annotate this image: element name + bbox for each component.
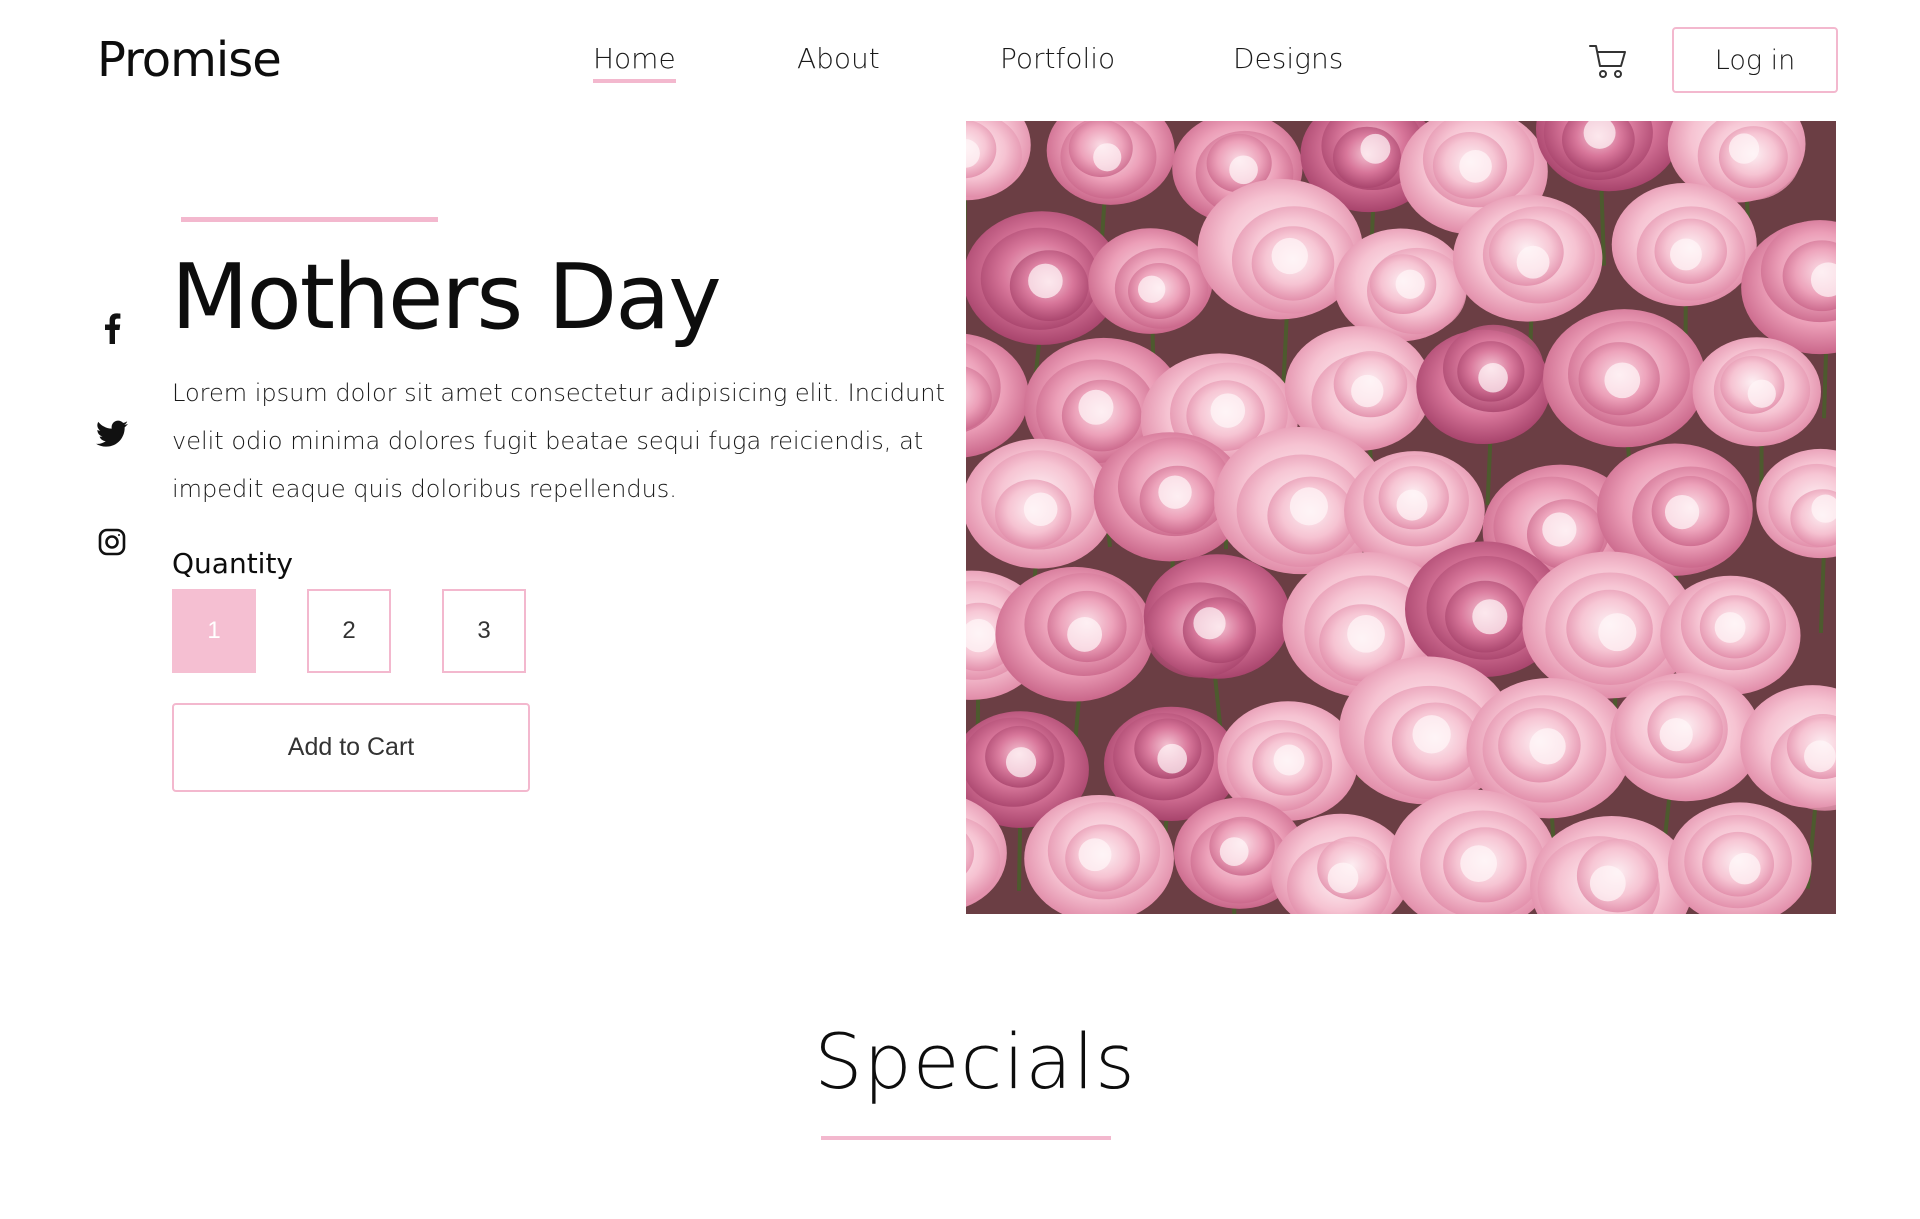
nav-about[interactable]: About (797, 41, 880, 77)
add-to-cart-button[interactable]: Add to Cart (172, 703, 530, 792)
nav-portfolio[interactable]: Portfolio (1000, 41, 1115, 77)
twitter-icon[interactable] (96, 418, 128, 450)
nav-designs[interactable]: Designs (1233, 41, 1343, 77)
quantity-option-2[interactable]: 2 (307, 589, 391, 673)
quantity-option-3[interactable]: 3 (442, 589, 526, 673)
specials-heading: Specials (814, 1017, 1136, 1106)
hero-title: Mothers Day (171, 245, 722, 350)
quantity-label: Quantity (172, 547, 293, 580)
instagram-icon[interactable] (96, 526, 128, 558)
nav-home[interactable]: Home (593, 41, 676, 83)
brand-logo[interactable]: Promise (97, 28, 282, 92)
login-button[interactable]: Log in (1672, 27, 1838, 93)
hero-flower-image (966, 121, 1836, 914)
hero-description: Lorem ipsum dolor sit amet consectetur a… (172, 379, 945, 503)
facebook-icon[interactable] (96, 312, 128, 344)
quantity-option-1[interactable]: 1 (172, 589, 256, 673)
shopping-cart-icon[interactable] (1588, 42, 1628, 80)
hero-accent-line (181, 217, 438, 222)
specials-accent-line (821, 1136, 1111, 1140)
